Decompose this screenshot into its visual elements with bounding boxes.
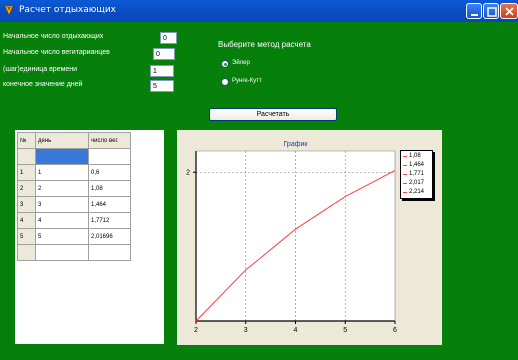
minimize-button[interactable] xyxy=(466,3,482,19)
chart-legend: 1,08 1,464 1,771 2,017 2,214 xyxy=(400,150,433,199)
day-cell[interactable]: 5 xyxy=(35,228,89,245)
table-row[interactable]: 2 2 1,08 xyxy=(17,180,131,197)
maximize-icon xyxy=(487,7,497,17)
value-cell[interactable]: 1,08 xyxy=(88,180,131,197)
row-number-cell: 2 xyxy=(17,180,36,197)
initial-vegetarians-input[interactable]: 0 xyxy=(153,48,175,60)
day-cell[interactable]: 2 xyxy=(35,180,89,197)
row-number-cell xyxy=(17,244,36,261)
radio-euler-circle[interactable] xyxy=(221,60,229,68)
time-step-input[interactable]: 1 xyxy=(150,65,174,77)
table-row[interactable]: 5 5 2,01696 xyxy=(17,228,131,245)
radio-runge-kutta-circle[interactable] xyxy=(221,78,229,86)
legend-swatch xyxy=(403,165,407,166)
legend-label: 1,771 xyxy=(409,171,425,177)
title-bar[interactable]: Расчет отдыхающих xyxy=(0,0,518,22)
legend-label: 2,214 xyxy=(409,189,425,195)
calculate-button[interactable]: Расчетать xyxy=(209,108,337,121)
selected-cell[interactable] xyxy=(35,148,89,165)
legend-swatch xyxy=(403,156,407,157)
row-number-cell: 3 xyxy=(17,196,36,213)
chart-title: График xyxy=(284,141,309,148)
legend-swatch xyxy=(403,183,407,184)
row-number-cell: 4 xyxy=(17,212,36,229)
day-cell[interactable]: 1 xyxy=(35,164,89,181)
x-tick-label: 3 xyxy=(244,327,248,334)
close-button[interactable] xyxy=(500,3,518,19)
table-header-row: № день число вег. xyxy=(17,132,131,149)
radio-euler-label: Эйлер xyxy=(232,60,250,66)
col-header-value[interactable]: число вег. xyxy=(88,132,131,149)
time-step-label: (шаг)единица времени xyxy=(3,66,78,73)
legend-label: 1,08 xyxy=(409,153,421,159)
row-number-cell xyxy=(17,148,36,165)
radio-runge-kutta-label: Рунге-Кутт xyxy=(232,78,262,84)
table-row[interactable]: 3 3 1,464 xyxy=(17,196,131,213)
initial-vacationers-label: Начальное число отдыхающих xyxy=(3,33,104,40)
x-tick-label: 5 xyxy=(343,327,347,334)
legend-label: 1,464 xyxy=(409,162,425,168)
col-header-day[interactable]: день xyxy=(35,132,89,149)
value-cell[interactable] xyxy=(88,244,131,261)
initial-vacationers-input[interactable]: 0 xyxy=(160,32,177,44)
window-title: Расчет отдыхающих xyxy=(19,5,116,15)
initial-vegetarians-label: Начальное число вегитарианцев xyxy=(3,49,110,56)
col-header-number[interactable]: № xyxy=(17,132,36,149)
day-cell[interactable]: 4 xyxy=(35,212,89,229)
chart-panel: 2 3 4 5 6 2 График 1,08 1,464 1,771 2,017 2,214 xyxy=(177,130,442,345)
app-icon xyxy=(4,5,14,16)
x-tick-label: 2 xyxy=(194,327,198,334)
value-cell[interactable]: 2,01696 xyxy=(88,228,131,245)
legend-label: 2,017 xyxy=(409,180,425,186)
row-number-cell: 1 xyxy=(17,164,36,181)
table-row[interactable]: 4 4 1,7712 xyxy=(17,212,131,229)
end-days-input[interactable]: 5 xyxy=(150,80,174,92)
legend-swatch xyxy=(403,192,407,193)
end-days-label: конечное значение дней xyxy=(3,81,83,88)
value-cell[interactable] xyxy=(88,148,131,165)
value-cell[interactable]: 1,464 xyxy=(88,196,131,213)
row-number-cell: 5 xyxy=(17,228,36,245)
results-grid[interactable]: № день число вег. 1 1 0,6 2 2 1,08 3 3 1… xyxy=(15,130,164,344)
radio-selected-dot xyxy=(224,63,227,66)
day-cell[interactable] xyxy=(35,244,89,261)
method-title: Выберите метод расчета xyxy=(218,40,311,49)
value-cell[interactable]: 1,7712 xyxy=(88,212,131,229)
minimize-icon xyxy=(471,14,478,16)
maximize-button[interactable] xyxy=(483,3,499,19)
legend-swatch xyxy=(403,174,407,175)
x-tick-label: 6 xyxy=(393,327,397,334)
x-tick-label: 4 xyxy=(294,327,298,334)
table-row[interactable]: 1 1 0,6 xyxy=(17,164,131,181)
table-row[interactable] xyxy=(17,148,131,165)
client-area: Начальное число отдыхающих 0 Начальное ч… xyxy=(0,22,518,360)
value-cell[interactable]: 0,6 xyxy=(88,164,131,181)
y-tick-label: 2 xyxy=(186,169,190,176)
table-row[interactable] xyxy=(17,244,131,261)
day-cell[interactable]: 3 xyxy=(35,196,89,213)
results-table: № день число вег. 1 1 0,6 2 2 1,08 3 3 1… xyxy=(17,132,131,261)
close-icon xyxy=(505,7,514,16)
